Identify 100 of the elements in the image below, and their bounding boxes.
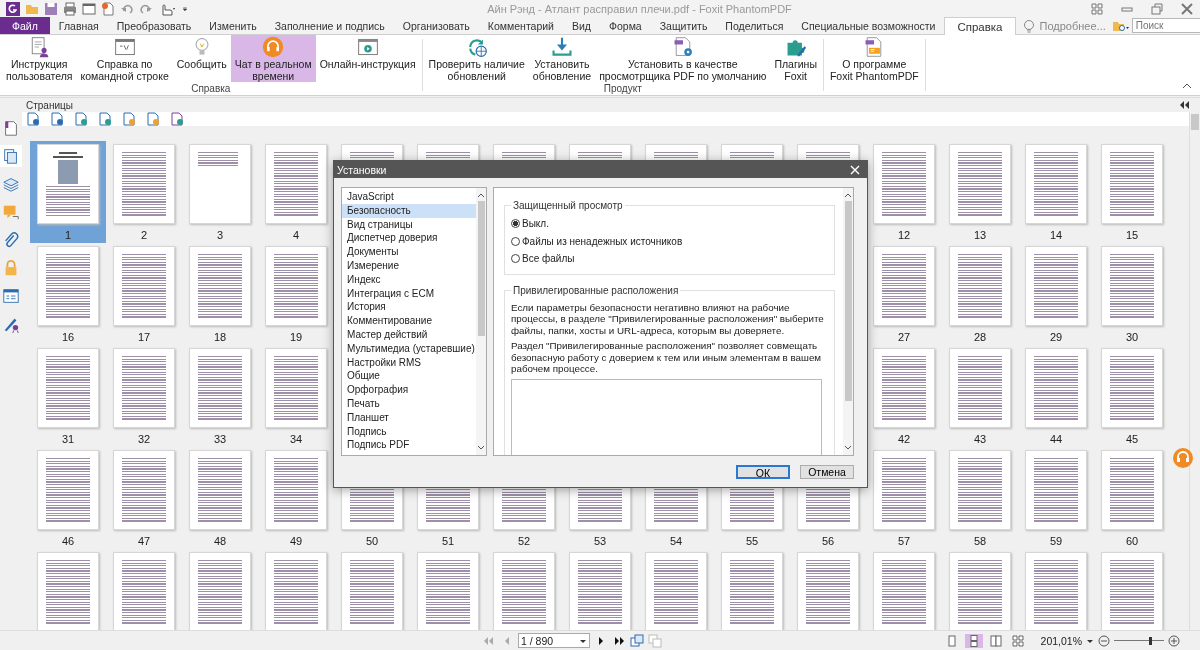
- page-thumbnail[interactable]: [113, 246, 175, 326]
- ribbon-tab[interactable]: Форма: [600, 17, 651, 34]
- ribbon-tab[interactable]: Заполнение и подпись: [265, 17, 394, 34]
- page-thumbnail[interactable]: [1101, 246, 1163, 326]
- radio-label[interactable]: Все файлы: [522, 253, 575, 265]
- page-thumbnail[interactable]: [113, 552, 175, 630]
- page-thumbnail[interactable]: [949, 552, 1011, 630]
- restore-icon[interactable]: [1150, 1, 1164, 16]
- scroll-up-icon[interactable]: [477, 191, 485, 199]
- grid-icon[interactable]: [1090, 1, 1104, 16]
- category-item[interactable]: Диспетчер доверия: [342, 231, 476, 246]
- category-item[interactable]: Печать: [342, 396, 476, 411]
- page-thumbnail[interactable]: [265, 246, 327, 326]
- page-tool-icon[interactable]: [170, 112, 184, 126]
- caret-icon[interactable]: [181, 4, 189, 13]
- page-thumbnail[interactable]: [873, 552, 935, 630]
- new-document-icon[interactable]: [101, 1, 115, 16]
- category-item[interactable]: Документы: [342, 245, 476, 259]
- page-thumbnail[interactable]: [189, 348, 251, 428]
- page-tool-icon[interactable]: [146, 112, 160, 126]
- page-thumbnail[interactable]: [949, 246, 1011, 326]
- page-thumbnail[interactable]: [1025, 552, 1087, 630]
- ribbon-button[interactable]: Инструкция пользователя: [2, 35, 77, 82]
- ribbon-button[interactable]: Установить в качестве просмотрщика PDF по умолчанию: [595, 35, 771, 82]
- page-thumbnail[interactable]: [37, 552, 99, 630]
- page-tool-icon[interactable]: [74, 112, 88, 126]
- ribbon-button[interactable]: Сообщить: [172, 35, 231, 82]
- headset-chat-icon[interactable]: [1173, 448, 1193, 468]
- category-item[interactable]: Безопасность: [342, 203, 476, 218]
- dialog-button[interactable]: Отмена: [800, 465, 854, 479]
- page-thumbnail[interactable]: [1101, 144, 1163, 224]
- slider-thumb[interactable]: [1149, 636, 1152, 645]
- ribbon-button[interactable]: Чат в реальном времени: [230, 35, 316, 82]
- scroll-down-icon[interactable]: [477, 444, 485, 452]
- category-item[interactable]: Планшет: [342, 410, 476, 425]
- ribbon-button[interactable]: Справка по командной строке: [76, 35, 173, 82]
- search-field[interactable]: Поиск: [1131, 18, 1200, 33]
- ribbon-tab[interactable]: Специальные возможности: [792, 17, 945, 34]
- page-tool-icon[interactable]: [26, 112, 40, 126]
- page-thumbnail[interactable]: [341, 552, 403, 630]
- page-thumbnail[interactable]: [949, 348, 1011, 428]
- ribbon-button[interactable]: Онлайн-инструкция: [315, 35, 420, 82]
- page-thumbnail[interactable]: [189, 246, 251, 326]
- category-item[interactable]: Настройки RMS: [342, 355, 476, 370]
- zoom-in-icon[interactable]: [1168, 634, 1180, 647]
- page-thumbnail[interactable]: [873, 246, 935, 326]
- thumbnail-highlight[interactable]: 1: [30, 141, 106, 243]
- category-item[interactable]: Вид страницы: [342, 217, 476, 232]
- page-thumbnail[interactable]: [37, 246, 99, 326]
- page-thumbnail[interactable]: [37, 144, 99, 224]
- radio-label[interactable]: Файлы из ненадежных источников: [522, 235, 683, 247]
- ribbon-button[interactable]: О программе Foxit PhantomPDF: [825, 35, 923, 95]
- category-item[interactable]: Измерение: [342, 259, 476, 273]
- page-thumbnail[interactable]: [189, 144, 251, 224]
- page-thumbnail[interactable]: [645, 552, 707, 630]
- page-thumbnail[interactable]: [265, 348, 327, 428]
- page-thumbnail[interactable]: [797, 552, 859, 630]
- page-thumbnail[interactable]: [873, 144, 935, 224]
- side-panel-tab[interactable]: [0, 145, 22, 167]
- copy-page-icon[interactable]: [648, 633, 662, 648]
- page-thumbnail[interactable]: [873, 348, 935, 428]
- page-thumbnail[interactable]: [265, 552, 327, 630]
- category-item[interactable]: История: [342, 300, 476, 315]
- scrollbar-thumb[interactable]: [844, 201, 852, 401]
- page-thumbnail[interactable]: [1101, 450, 1163, 530]
- window-icon[interactable]: [82, 1, 96, 16]
- page-thumbnail[interactable]: [1025, 348, 1087, 428]
- page-thumbnail[interactable]: [265, 144, 327, 224]
- dialog-button[interactable]: ОК: [736, 465, 790, 479]
- ribbon-button[interactable]: Проверить наличие обновлений: [424, 35, 529, 82]
- page-thumbnail[interactable]: [1025, 144, 1087, 224]
- view-mode-button[interactable]: [964, 633, 983, 648]
- ribbon-tab[interactable]: Изменить: [200, 17, 266, 34]
- page-tool-icon[interactable]: [98, 112, 112, 126]
- zoom-out-icon[interactable]: [1098, 634, 1110, 647]
- ribbon-tab[interactable]: Вид: [563, 17, 600, 34]
- page-thumbnail[interactable]: [37, 348, 99, 428]
- zoom-value[interactable]: 201,01%: [1040, 634, 1082, 647]
- scroll-down-icon[interactable]: [844, 444, 852, 452]
- page-thumbnail[interactable]: [265, 450, 327, 530]
- page-thumbnail[interactable]: [493, 552, 555, 630]
- page-thumbnail[interactable]: [113, 348, 175, 428]
- scrollbar-thumb[interactable]: [1191, 114, 1199, 130]
- category-item[interactable]: Общие: [342, 369, 476, 384]
- radio-button[interactable]: [511, 219, 520, 229]
- category-item[interactable]: Орфография: [342, 383, 476, 397]
- page-thumbnail[interactable]: [1025, 450, 1087, 530]
- close-icon[interactable]: [1180, 1, 1194, 16]
- page-number-field[interactable]: 1 / 890: [518, 633, 590, 648]
- ribbon-tab[interactable]: Поделиться: [716, 17, 793, 34]
- category-item[interactable]: Индекс: [342, 272, 476, 287]
- page-thumbnail[interactable]: [113, 144, 175, 224]
- ribbon-tab[interactable]: Преобразовать: [107, 17, 201, 34]
- category-item[interactable]: JavaScript: [342, 190, 476, 204]
- category-item[interactable]: Мультимедиа (устаревшие): [342, 341, 476, 356]
- page-tool-icon[interactable]: [50, 112, 64, 126]
- page-thumbnail[interactable]: [37, 450, 99, 530]
- ribbon-tab[interactable]: Организовать: [393, 17, 479, 34]
- page-thumbnail[interactable]: [1101, 348, 1163, 428]
- zoom-slider[interactable]: [1114, 634, 1164, 647]
